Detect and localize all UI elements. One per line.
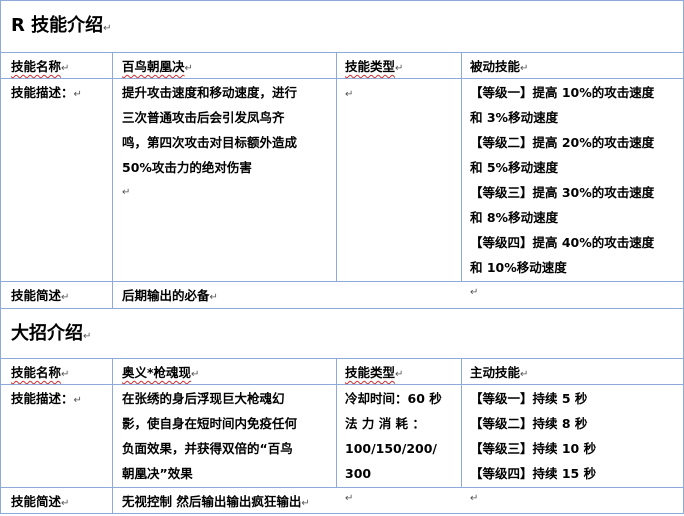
section-title: 大招介绍↵ (11, 323, 92, 344)
skill-brief-value: 后期输出的必备↵ (122, 288, 218, 303)
skill-levels: 【等级一】持续 5 秒 【等级二】持续 8 秒 【等级三】持续 10 秒 【等级… (470, 391, 597, 504)
skill-name-label: 技能名称↵ (11, 59, 70, 74)
skill-type-label: 技能类型↵ (345, 365, 404, 380)
col-divider (461, 358, 462, 487)
skill-levels: 【等级一】提高 10%的攻击速度 和 3%移动速度 【等级二】提高 20%的攻击… (470, 85, 655, 298)
col-divider (112, 358, 113, 513)
document-table: R 技能介绍↵ 技能名称↵ 百鸟朝凰决↵ 技能类型↵ 被动技能↵ 技能描述：↵ … (0, 0, 684, 514)
row-divider (1, 78, 683, 79)
col-divider (336, 358, 337, 487)
skill-brief-value: 无视控制 然后输出输出疯狂输出↵ (122, 494, 310, 509)
empty-cell: ↵ (345, 89, 354, 100)
skill-type-value: 被动技能↵ (470, 59, 529, 74)
skill-type-value: 主动技能↵ (470, 365, 529, 380)
row-divider (1, 52, 683, 53)
skill-desc-label: 技能描述：↵ (11, 85, 82, 100)
skill-desc-text: 提升攻击速度和移动速度，进行 三次普通攻击后会引发凤鸟齐 鸣，第四次攻击对目标额… (122, 85, 298, 198)
skill-stats: 冷却时间：60 秒 法 力 消 耗 ： 100/150/200/ 300 ↵ (345, 391, 442, 504)
skill-name-value: 奥义*枪魂现↵ (122, 365, 200, 380)
section-title: R 技能介绍↵ (11, 15, 112, 36)
skill-name-label: 技能名称↵ (11, 365, 70, 380)
skill-name-value: 百鸟朝凰决↵ (122, 59, 193, 74)
col-divider (112, 52, 113, 308)
skill-brief-label: 技能简述↵ (11, 288, 70, 303)
skill-type-label: 技能类型↵ (345, 59, 404, 74)
row-divider (1, 308, 683, 309)
skill-desc-label: 技能描述：↵ (11, 391, 82, 406)
row-divider (1, 358, 683, 359)
row-divider (1, 384, 683, 385)
col-divider (336, 52, 337, 281)
col-divider (461, 52, 462, 281)
skill-brief-label: 技能简述↵ (11, 494, 70, 509)
